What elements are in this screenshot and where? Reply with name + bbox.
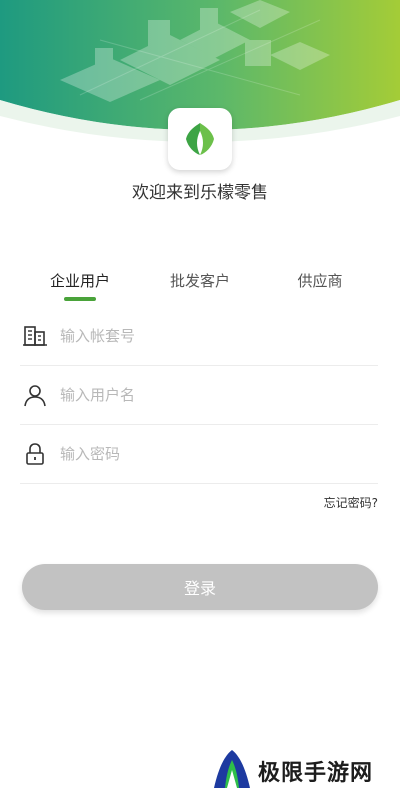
password-row	[20, 426, 378, 484]
watermark-text: 极限手游网	[258, 761, 374, 786]
tab-supplier[interactable]: 供应商	[280, 270, 360, 291]
watermark-logo-icon	[214, 750, 250, 788]
login-screen: 欢迎来到乐檬零售 企业用户 批发客户 供应商 输入帐套号 输入用户名 忘记密码?…	[0, 0, 400, 799]
building-icon	[23, 326, 47, 346]
user-type-tabs: 企业用户 批发客户 供应商	[0, 270, 400, 310]
account-input[interactable]	[60, 322, 360, 350]
active-tab-indicator	[64, 297, 96, 301]
username-row	[20, 367, 378, 425]
tab-wholesale-customer[interactable]: 批发客户	[160, 270, 240, 291]
forgot-password-link[interactable]: 忘记密码?	[324, 494, 378, 511]
lemon-leaf-icon	[186, 123, 214, 155]
tab-enterprise-user[interactable]: 企业用户	[40, 270, 120, 291]
app-logo	[168, 108, 232, 170]
password-input[interactable]	[60, 440, 360, 468]
username-input[interactable]	[60, 381, 360, 409]
login-button[interactable]: 登录	[22, 564, 378, 610]
welcome-title: 欢迎来到乐檬零售	[132, 183, 268, 203]
account-row	[20, 308, 378, 366]
lock-icon	[26, 443, 44, 465]
site-watermark: 极限手游网	[210, 748, 390, 792]
user-icon	[24, 385, 46, 407]
